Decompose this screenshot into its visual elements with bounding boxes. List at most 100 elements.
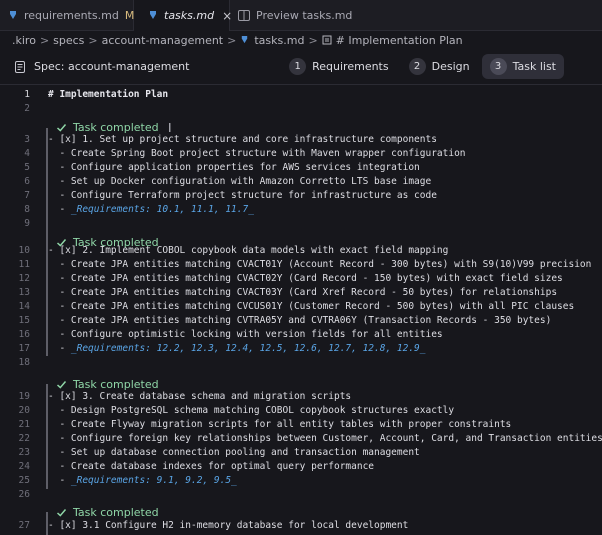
line-number: 21 [18,419,30,430]
code-line: 12 - Create JPA entities matching CVACT0… [0,272,602,286]
code-line: 11 - Create JPA entities matching CVACT0… [0,258,602,272]
step-label: Task list [512,60,556,73]
breadcrumb-item[interactable]: specs [53,34,84,47]
code-editor[interactable]: Ⅰ Task completed Task completed Task compl… [0,86,602,535]
code-text: - Create JPA entities matching CVCUS01Y … [48,301,575,312]
line-number: 23 [18,447,30,458]
breadcrumb: .kiro > specs > account-management > tas… [0,31,602,49]
breadcrumb-item[interactable]: # Implementation Plan [336,34,463,47]
line-number: 8 [24,204,30,215]
code-line: 6 - Set up Docker configuration with Ama… [0,175,602,189]
code-line: 27 - [x] 3.1 Configure H2 in-memory datab… [0,519,602,533]
breadcrumb-separator: > [39,33,50,47]
step-label: Design [431,60,470,73]
editor-tab-bar: requirements.md M tasks.md × Preview tas… [0,0,602,31]
breadcrumb-item[interactable]: tasks.md [254,34,304,47]
line-number: 12 [18,273,30,284]
step-number: 3 [489,58,507,75]
line-number: 11 [18,259,30,270]
breadcrumb-separator: > [308,33,318,47]
codelens-label: Task completed [73,506,159,519]
requirements-reference: - _Requirements: 9.1, 9.2, 9.5_ [48,475,237,486]
markdown-file-icon [8,10,18,22]
code-text: - [x] 1. Set up project structure and co… [48,134,437,145]
line-number: 17 [18,343,30,354]
step-label: Requirements [312,60,389,73]
line-number: 18 [18,357,30,368]
line-number: 6 [24,176,30,187]
code-line: 4 - Create Spring Boot project structure… [0,147,602,161]
check-icon [56,122,67,133]
tab-requirements[interactable]: requirements.md M [0,0,134,31]
line-number: 19 [18,391,30,402]
markdown-file-icon [240,35,251,46]
line-number: 24 [18,461,30,472]
line-number: 9 [24,218,30,229]
code-text: - [x] 3. Create database schema and migr… [48,391,352,402]
tab-preview[interactable]: Preview tasks.md [230,0,352,31]
code-text: - Configure application properties for A… [48,162,420,173]
spec-title: Spec: account-management [14,60,189,73]
task-completed-codelens[interactable]: Task completed [56,506,159,519]
code-line: 16 - Configure optimistic locking with v… [0,328,602,342]
code-line: 18 [0,356,602,370]
line-number: 5 [24,162,30,173]
code-text: - Set up Docker configuration with Amazo… [48,176,432,187]
tab-label: requirements.md [24,9,119,22]
step-requirements[interactable]: 1 Requirements [281,54,396,79]
code-text: - Create Flyway migration scripts for al… [48,419,512,430]
step-task-list[interactable]: 3 Task list [481,54,564,79]
line-number: 10 [18,245,30,256]
code-line: 7 - Configure Terraform project structur… [0,189,602,203]
code-text: - Create JPA entities matching CVACT01Y … [48,259,592,270]
step-number: 1 [289,58,307,75]
step-number: 2 [408,58,426,75]
breadcrumb-item[interactable]: account-management [102,34,223,47]
code-text: - [x] 3.1 Configure H2 in-memory databas… [48,520,409,531]
code-line: 10 - [x] 2. Implement COBOL copybook data… [0,244,602,258]
code-line: 24 - Create database indexes for optimal… [0,460,602,474]
line-number: 16 [18,329,30,340]
check-icon [56,379,67,390]
code-text: - Create database indexes for optimal qu… [48,461,375,472]
spec-steps: 1 Requirements 2 Design 3 Task list [277,54,564,79]
line-number: 14 [18,301,30,312]
code-text: - Configure foreign key relationships be… [48,433,602,444]
code-text: - Configure Terraform project structure … [48,190,437,201]
code-line: 8 - _Requirements: 10.1, 11.1, 11.7_ [0,203,602,217]
code-line: 14 - Create JPA entities matching CVCUS0… [0,300,602,314]
preview-icon [238,10,250,22]
spec-header: Spec: account-management 1 Requirements … [0,49,602,85]
code-line: 23 - Set up database connection pooling … [0,446,602,460]
step-design[interactable]: 2 Design [401,54,478,79]
code-line: 1 # Implementation Plan [0,88,602,102]
code-line: 13 - Create JPA entities matching CVACT0… [0,286,602,300]
line-number: 13 [18,287,30,298]
code-text: - [x] 2. Implement COBOL copybook data m… [48,245,449,256]
spec-document-icon [14,60,26,73]
tab-label: Preview tasks.md [256,9,353,22]
requirements-reference: - _Requirements: 12.2, 12.3, 12.4, 12.5,… [48,343,426,354]
line-number: 7 [24,190,30,201]
line-number: 3 [24,134,30,145]
code-line: 9 [0,217,602,231]
code-text: # Implementation Plan [48,89,169,100]
code-line: 17 - _Requirements: 12.2, 12.3, 12.4, 12… [0,342,602,356]
code-line: 3 - [x] 1. Set up project structure and c… [0,133,602,147]
check-icon [56,507,67,518]
spec-title-label: Spec: account-management [34,60,190,73]
requirements-reference: - _Requirements: 10.1, 11.1, 11.7_ [48,204,254,215]
code-line: 5 - Configure application properties for… [0,161,602,175]
line-number: 4 [24,148,30,159]
code-text: - Configure optimistic locking with vers… [48,329,443,340]
breadcrumb-item[interactable]: .kiro [12,34,36,47]
code-line: 21 - Create Flyway migration scripts for… [0,418,602,432]
line-number: 25 [18,475,30,486]
tab-tasks[interactable]: tasks.md × [134,0,232,31]
line-number: 26 [18,489,30,500]
heading-symbol-icon [322,35,333,46]
code-line: 15 - Create JPA entities matching CVTRA0… [0,314,602,328]
code-text: - Create JPA entities matching CVACT02Y … [48,273,563,284]
markdown-file-icon [148,10,158,22]
line-number: 20 [18,405,30,416]
